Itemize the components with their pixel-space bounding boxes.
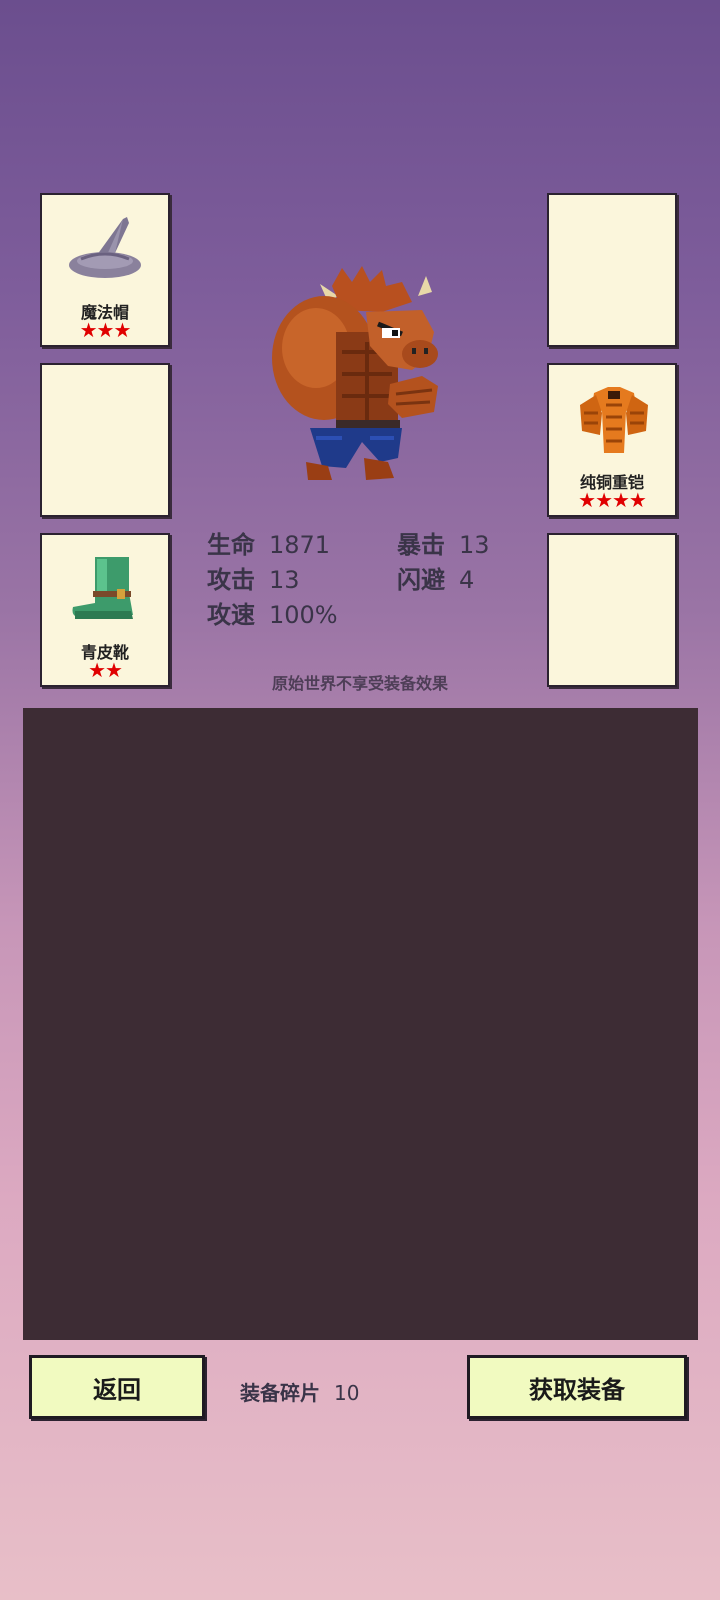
stat-label: 攻速 [207, 601, 255, 629]
stat-value: 1871 [269, 531, 331, 559]
stat-critical: 暴击 13 [397, 525, 490, 560]
stat-label: 闪避 [397, 566, 445, 594]
equip-slot-boots[interactable]: 青皮靴 ★★ [40, 533, 170, 687]
fragments-count: 10 [334, 1381, 360, 1405]
get-equipment-button[interactable]: 获取装备 [467, 1355, 687, 1419]
item-stars: ★★★ [79, 318, 132, 342]
back-button[interactable]: 返回 [29, 1355, 205, 1419]
stat-attack-speed: 攻速 100% [207, 595, 338, 630]
equipment-fragments: 装备碎片 10 [240, 1377, 359, 1406]
copper-heavy-armor-icon [580, 387, 648, 453]
item-stars: ★★★★ [578, 488, 647, 512]
wizard-hat-icon [69, 217, 141, 278]
equip-slot-empty[interactable] [547, 533, 677, 687]
equip-slot-empty[interactable] [40, 363, 170, 517]
stat-hp: 生命 1871 [207, 525, 330, 560]
equip-slot-hat[interactable]: 魔法帽 ★★★ [40, 193, 170, 347]
stat-label: 暴击 [397, 531, 445, 559]
stat-value: 13 [269, 566, 300, 594]
equipment-effect-note: 原始世界不享受装备效果 [271, 674, 448, 693]
inventory-panel[interactable] [23, 708, 698, 1340]
stat-label: 攻击 [207, 566, 255, 594]
fragments-label: 装备碎片 [240, 1381, 320, 1405]
item-stars: ★★ [88, 658, 123, 682]
stat-label: 生命 [207, 531, 255, 559]
equip-slot-armor[interactable]: 纯铜重铠 ★★★★ [547, 363, 677, 517]
stat-value: 4 [459, 566, 475, 594]
stat-value: 100% [269, 601, 338, 629]
stat-value: 13 [459, 531, 490, 559]
stat-dodge: 闪避 4 [397, 560, 474, 595]
green-leather-boot-icon [72, 557, 133, 619]
minotaur-hero-sprite [272, 266, 438, 480]
equip-slot-empty[interactable] [547, 193, 677, 347]
stat-attack: 攻击 13 [207, 560, 300, 595]
